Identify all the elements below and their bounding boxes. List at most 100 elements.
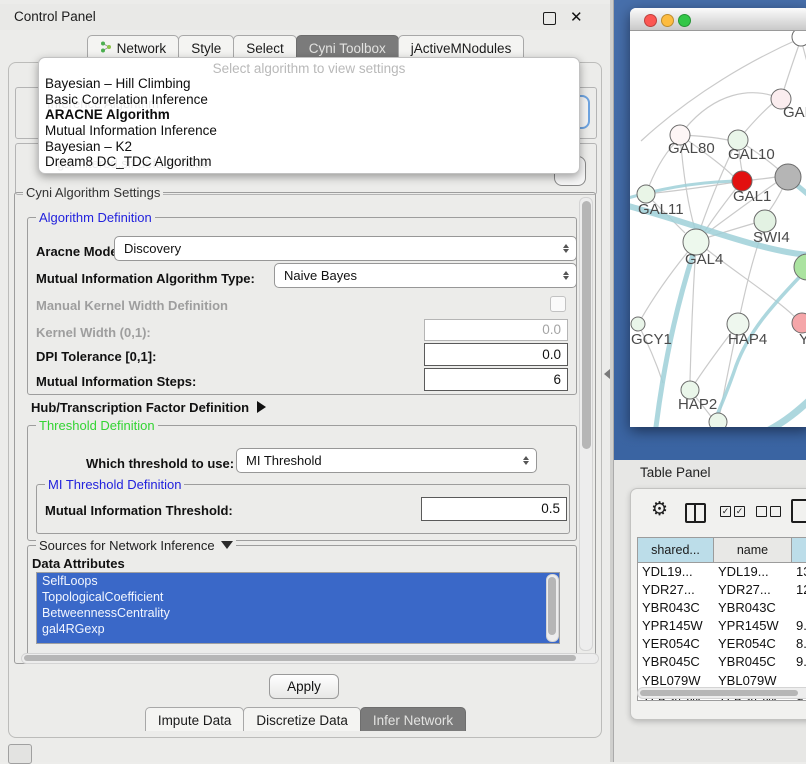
node-label: GCY1 [631, 331, 672, 348]
mi-threshold-field[interactable]: 0.5 [421, 497, 567, 521]
algorithm-list: Bayesian – Hill ClimbingBasic Correlatio… [39, 76, 579, 170]
table-panel-window: ⚙ ✓✓ shared...nameA YDL19...YDL19...13YD… [630, 488, 806, 720]
threshold-definition-title: Threshold Definition [36, 418, 158, 433]
mi-threshold-label: Mutual Information Threshold: [45, 503, 233, 518]
node-label: GAL [783, 104, 806, 121]
algorithm-option[interactable]: Basic Correlation Inference [39, 92, 579, 108]
table-cell: YBR045C [714, 653, 792, 671]
table-row[interactable]: YBR045CYBR045C9. [638, 653, 806, 671]
table-cell: YDR27... [638, 581, 714, 599]
data-attributes-label: Data Attributes [32, 556, 125, 571]
tab-discretize-data[interactable]: Discretize Data [243, 707, 361, 731]
column-header[interactable]: A [792, 538, 806, 562]
manual-kernel-checkbox[interactable] [550, 296, 566, 312]
table-row[interactable]: YDL19...YDL19...13 [638, 563, 806, 581]
tab-impute-data[interactable]: Impute Data [145, 707, 245, 731]
network-edge [680, 93, 781, 135]
close-icon[interactable]: ✕ [570, 8, 583, 26]
network-edge-thick [761, 391, 806, 427]
which-threshold-combo[interactable]: MI Threshold [236, 448, 537, 473]
zoom-traffic-light-icon[interactable] [678, 14, 691, 27]
node-label: GAL10 [728, 146, 775, 163]
node-bottom-partial[interactable] [709, 413, 727, 427]
settings-vscrollbar[interactable] [579, 197, 593, 651]
popup-placeholder: Select algorithm to view settings [39, 61, 579, 76]
network-edge [801, 39, 806, 91]
column-header[interactable]: name [714, 538, 792, 562]
panel-title: Control Panel [14, 9, 96, 24]
attribute-item[interactable]: BetweennessCentrality [37, 605, 559, 621]
table-row[interactable]: YDR27...YDR27...12 [638, 581, 806, 599]
node-label: HAP4 [728, 331, 767, 348]
spinner-arrows-icon [523, 456, 529, 465]
tab-jactivemnodules[interactable]: jActiveMNodules [398, 35, 525, 59]
checked-boxes-icon[interactable]: ✓✓ [720, 506, 745, 517]
spinner-arrows-icon [563, 271, 569, 280]
hub-definition-label: Hub/Transcription Factor Definition [31, 400, 249, 415]
mi-steps-field[interactable]: 6 [424, 368, 568, 391]
which-threshold-label: Which threshold to use: [86, 456, 234, 471]
tab-cyni-toolbox[interactable]: Cyni Toolbox [296, 35, 399, 59]
table-body: YDL19...YDL19...13YDR27...YDR27...12YBR0… [638, 563, 806, 701]
corner-grip-icon [8, 744, 32, 764]
algorithm-option[interactable]: Bayesian – K2 [39, 139, 579, 155]
control-panel: Control Panel ✕ NetworkStyleSelectCyni T… [0, 0, 610, 762]
tab-select[interactable]: Select [233, 35, 297, 59]
mi-steps-label: Mutual Information Steps: [36, 374, 196, 389]
gear-icon[interactable]: ⚙ [651, 498, 668, 521]
table-cell: YBR043C [714, 599, 792, 617]
algorithm-option[interactable]: Bayesian – Hill Climbing [39, 76, 579, 92]
mi-type-label: Mutual Information Algorithm Type: [36, 271, 255, 286]
hub-definition-toggle[interactable]: Hub/Transcription Factor Definition [31, 399, 266, 417]
close-traffic-light-icon[interactable] [644, 14, 657, 27]
panel-splitter[interactable] [610, 0, 614, 762]
node-label: GAL11 [638, 201, 684, 218]
table-row[interactable]: YER054CYER054C8. [638, 635, 806, 653]
aracne-mode-combo[interactable]: Discovery [114, 236, 577, 261]
tab-infer-network[interactable]: Infer Network [360, 707, 466, 731]
mi-type-value: Naive Bayes [284, 268, 357, 283]
network-window-titlebar[interactable] [630, 8, 806, 31]
column-header[interactable]: shared... [638, 538, 714, 562]
tab-network[interactable]: Network [87, 35, 180, 59]
attribute-list-scrollbar[interactable] [546, 574, 559, 642]
node-gcy1[interactable] [631, 317, 645, 331]
control-panel-titlebar: Control Panel ✕ [0, 4, 610, 30]
attribute-item[interactable]: SelfLoops [37, 573, 559, 589]
table-hscrollbar[interactable] [637, 687, 806, 699]
attribute-item[interactable]: TopologicalCoefficient [37, 589, 559, 605]
table-panel-title: Table Panel [640, 465, 711, 480]
mi-type-combo[interactable]: Naive Bayes [274, 263, 577, 288]
unchecked-boxes-icon[interactable] [756, 506, 781, 517]
algorithm-definition-group: Algorithm Definition Aracne Mode: Discov… [27, 217, 577, 395]
attribute-item[interactable]: gal4RGexp [37, 621, 559, 637]
dpi-tolerance-field[interactable]: 0.0 [424, 343, 568, 366]
float-window-icon[interactable] [543, 12, 556, 25]
algorithm-option[interactable]: Mutual Information Inference [39, 123, 579, 139]
cyni-algorithm-settings-group: Cyni Algorithm Settings Algorithm Defini… [14, 192, 596, 664]
data-attributes-list[interactable]: SelfLoopsTopologicalCoefficientBetweenne… [36, 572, 560, 644]
node-gray[interactable] [775, 164, 801, 190]
tab-style[interactable]: Style [178, 35, 234, 59]
minimize-traffic-light-icon[interactable] [661, 14, 674, 27]
algorithm-option[interactable]: Dream8 DC_TDC Algorithm [39, 154, 579, 170]
network-canvas[interactable]: GALGAL80GAL10GAL1GAL11SWI4GAL4GCY1HAP4YH… [630, 31, 806, 427]
node-top-partial[interactable] [792, 31, 806, 46]
desktop-area: GALGAL80GAL10GAL1GAL11SWI4GAL4GCY1HAP4YH… [610, 0, 806, 762]
table-row[interactable]: YPR145WYPR145W9. [638, 617, 806, 635]
node-label: GAL80 [668, 140, 715, 157]
kernel-width-field[interactable]: 0.0 [424, 319, 568, 341]
algorithm-option[interactable]: ARACNE Algorithm [39, 107, 579, 123]
apply-button[interactable]: Apply [269, 674, 339, 699]
document-icon[interactable] [791, 499, 806, 523]
split-columns-icon[interactable] [685, 503, 706, 523]
table-cell: YDR27... [714, 581, 792, 599]
node-label: SWI4 [753, 229, 790, 246]
table-cell: YER054C [638, 635, 714, 653]
network-view-window: GALGAL80GAL10GAL1GAL11SWI4GAL4GCY1HAP4YH… [630, 8, 806, 427]
settings-hscrollbar[interactable] [21, 653, 599, 664]
table-row[interactable]: YBR043CYBR043C [638, 599, 806, 617]
node-big-green[interactable] [794, 254, 806, 280]
table-cell: 8. [792, 635, 806, 653]
node-table: shared...nameA YDL19...YDL19...13YDR27..… [637, 537, 806, 701]
